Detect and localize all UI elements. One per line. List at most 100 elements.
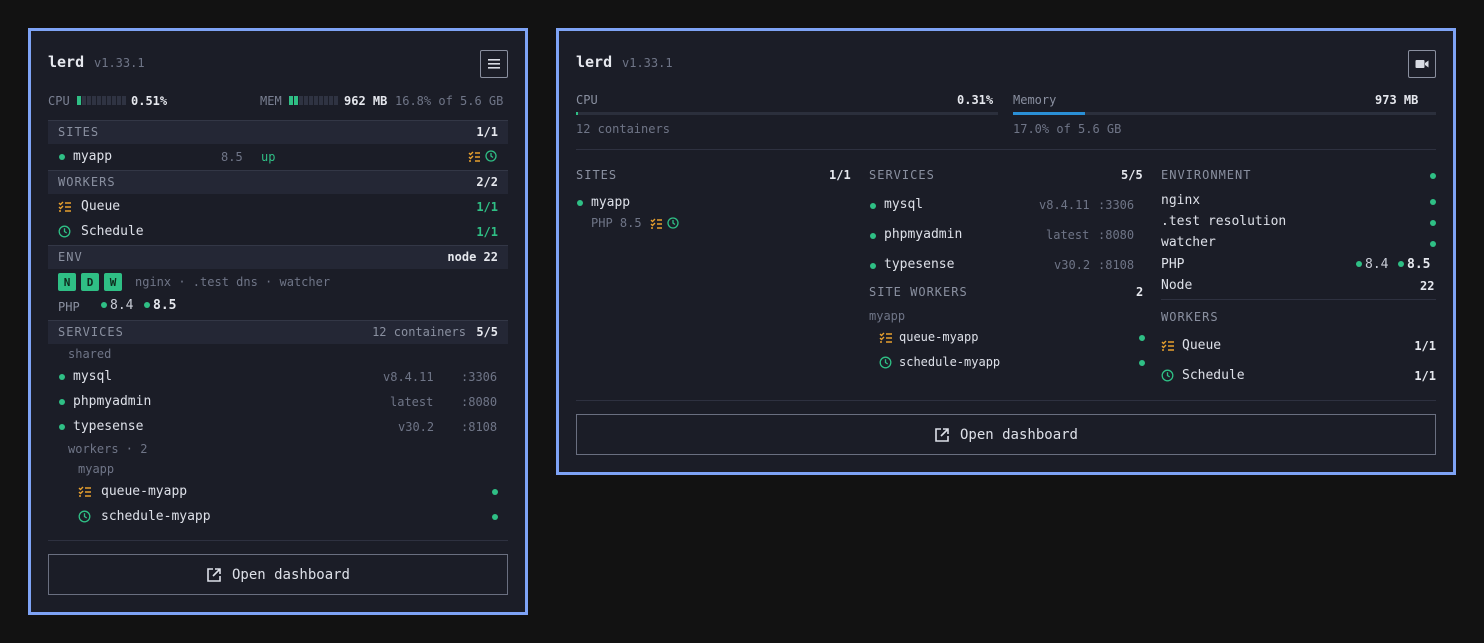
service-row-mysql[interactable]: mysql v8.4.11 :3306: [48, 365, 508, 389]
php-label: PHP: [58, 300, 80, 314]
sites-header: SITES 1/1: [48, 120, 508, 144]
env-header-label: ENV: [58, 250, 83, 264]
service-worker-row[interactable]: schedule-myapp: [869, 352, 1145, 374]
external-link-icon: [935, 427, 949, 442]
site-php: PHP 8.5: [591, 216, 642, 230]
status-dot: [870, 263, 876, 269]
site-php: 8.5: [221, 150, 243, 164]
camera-button[interactable]: [1408, 50, 1436, 78]
services-count: 5/5: [476, 325, 498, 339]
status-dot: [1430, 241, 1436, 247]
status-dot: [1139, 360, 1145, 366]
site-row[interactable]: myapp PHP 8.5: [576, 193, 851, 233]
status-dot: [59, 154, 65, 160]
sites-count: 1/1: [829, 168, 851, 182]
clock-icon: [485, 150, 497, 162]
video-camera-icon: [1415, 60, 1429, 68]
menu-icon: [488, 59, 500, 69]
site-status: up: [261, 150, 276, 164]
php-label: PHP: [1161, 257, 1185, 272]
open-dashboard-label: Open dashboard: [231, 566, 350, 583]
service-worker-row[interactable]: queue-myapp: [869, 327, 1145, 349]
env-description: nginx · .test dns · watcher: [135, 275, 331, 289]
workers-header: WORKERS 2/2: [48, 170, 508, 194]
status-dot: [59, 424, 65, 430]
mem-meter: [289, 96, 339, 105]
service-name: mysql: [73, 369, 113, 384]
service-worker-name: queue-myapp: [101, 484, 188, 499]
queue-icon: [879, 332, 892, 343]
cpu-label: CPU: [576, 93, 598, 107]
app-version: v1.33.1: [622, 56, 673, 70]
worker-count: 1/1: [1414, 339, 1436, 353]
php-version-85: 8.5: [144, 298, 176, 313]
sites-header-label: SITES: [576, 168, 618, 182]
environment-header-label: ENVIRONMENT: [1161, 168, 1252, 182]
mem-detail: 16.8% of 5.6 GB: [395, 94, 504, 108]
workers-header-label: WORKERS: [1161, 310, 1219, 324]
cpu-bar: [576, 112, 998, 115]
external-link-icon: [207, 567, 221, 582]
nginx-badge: N: [58, 273, 76, 291]
app-version: v1.33.1: [94, 56, 145, 70]
php-version-85: 8.5: [1398, 257, 1430, 272]
site-row[interactable]: myapp 8.5 up: [48, 145, 508, 169]
open-dashboard-button[interactable]: Open dashboard: [48, 554, 508, 595]
env-node: node 22: [447, 250, 498, 264]
service-port: :8108: [1098, 258, 1135, 272]
service-port: :8080: [461, 395, 498, 409]
service-name: typesense: [884, 257, 955, 272]
clock-icon: [78, 510, 91, 523]
status-dot: [492, 514, 498, 520]
service-worker-name: schedule-myapp: [101, 509, 211, 524]
site-workers-label: SITE WORKERS: [869, 285, 968, 299]
env-item-nginx: nginx: [1161, 193, 1201, 208]
status-dot: [1430, 173, 1436, 179]
worker-row-schedule[interactable]: Schedule 1/1: [1161, 364, 1436, 388]
worker-count: 1/1: [1414, 369, 1436, 383]
worker-row-schedule[interactable]: Schedule 1/1: [48, 220, 508, 244]
service-worker-row[interactable]: queue-myapp: [48, 480, 508, 504]
service-worker-name: queue-myapp: [899, 330, 979, 344]
service-port: :3306: [1098, 198, 1135, 212]
menu-button[interactable]: [480, 50, 508, 78]
app-title: lerd: [48, 53, 85, 71]
divider: [576, 400, 1436, 401]
service-row-typesense[interactable]: typesense v30.2 :8108: [48, 415, 508, 439]
dns-badge: D: [81, 273, 99, 291]
php-version-84: 8.4: [1356, 257, 1388, 272]
divider: [1161, 299, 1436, 300]
worker-row-queue[interactable]: Queue 1/1: [1161, 334, 1436, 358]
service-port: :3306: [461, 370, 498, 384]
service-port: :8108: [461, 420, 498, 434]
services-header-label: SERVICES: [58, 325, 124, 339]
site-name: myapp: [591, 195, 631, 210]
status-dot: [59, 399, 65, 405]
shared-label: shared: [68, 347, 112, 361]
service-version: v8.4.11: [1039, 198, 1090, 212]
services-header: SERVICES 12 containers 5/5: [48, 320, 508, 344]
service-row-phpmyadmin[interactable]: phpmyadmin latest :8080: [869, 223, 1145, 247]
service-row-typesense[interactable]: typesense v30.2 :8108: [869, 253, 1145, 277]
service-worker-name: schedule-myapp: [899, 355, 1001, 369]
queue-icon: [58, 201, 71, 212]
env-header: ENV node 22: [48, 245, 508, 269]
services-count: 5/5: [1121, 168, 1143, 182]
service-name: mysql: [884, 197, 924, 212]
service-row-mysql[interactable]: mysql v8.4.11 :3306: [869, 193, 1145, 217]
watcher-badge: W: [104, 273, 122, 291]
status-dot: [492, 489, 498, 495]
worker-row-queue[interactable]: Queue 1/1: [48, 195, 508, 219]
php-version-84: 8.4: [101, 298, 133, 313]
service-version: latest: [1046, 228, 1090, 242]
service-worker-row[interactable]: schedule-myapp: [48, 505, 508, 529]
open-dashboard-button[interactable]: Open dashboard: [576, 414, 1436, 455]
memory-value: 973 MB: [1375, 93, 1419, 107]
service-row-phpmyadmin[interactable]: phpmyadmin latest :8080: [48, 390, 508, 414]
cpu-value: 0.31%: [957, 93, 994, 107]
cpu-label: CPU: [48, 94, 70, 108]
worker-name: Schedule: [81, 224, 144, 239]
sites-header-label: SITES: [58, 125, 100, 139]
containers-count: 12 containers: [372, 325, 466, 339]
worker-name: Schedule: [1182, 368, 1245, 383]
